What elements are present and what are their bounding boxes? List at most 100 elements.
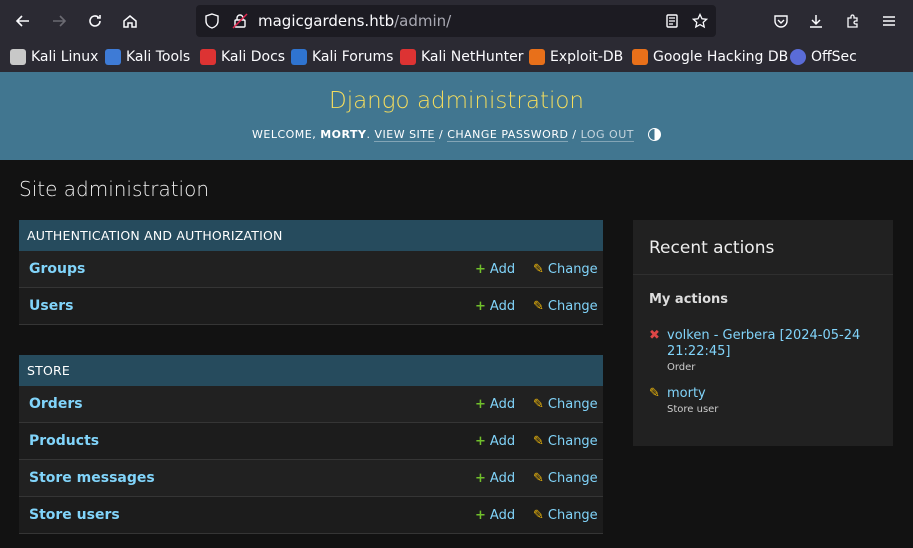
pencil-icon: ✎	[533, 471, 544, 486]
model-link-orders[interactable]: Orders	[29, 396, 83, 412]
change-link[interactable]: ✎ Change	[533, 262, 598, 277]
reload-icon	[89, 15, 101, 27]
menu-button[interactable]	[876, 8, 902, 34]
change-label: Change	[547, 397, 598, 412]
bookmark-label: Exploit-DB	[550, 49, 624, 65]
theme-toggle-icon[interactable]	[647, 128, 661, 141]
bookmark-label: Kali Docs	[221, 49, 286, 65]
url-text[interactable]: magicgardens.htb/admin/	[258, 12, 451, 30]
bookmark-label: Kali Linux	[31, 49, 99, 65]
add-link[interactable]: + Add	[475, 434, 515, 449]
home-button[interactable]	[117, 8, 143, 34]
kali-tools-icon	[105, 49, 121, 65]
bookmark-star-icon[interactable]	[692, 13, 708, 29]
log-out-link[interactable]: Log out	[580, 128, 634, 142]
offsec-icon	[790, 49, 806, 65]
insecure-lock-icon[interactable]	[232, 13, 248, 29]
username: morty	[320, 128, 367, 141]
pocket-button[interactable]	[768, 8, 794, 34]
model-link-groups[interactable]: Groups	[29, 261, 85, 277]
bookmark-ghdb[interactable]: Google Hacking DB	[632, 48, 788, 66]
add-link[interactable]: + Add	[475, 471, 515, 486]
bookmark-kali-forums[interactable]: Kali Forums	[291, 48, 393, 66]
forward-button[interactable]	[46, 8, 72, 34]
url-host: magicgardens.htb	[258, 12, 395, 30]
bookmark-label: OffSec	[811, 49, 857, 65]
bookmark-kali-docs[interactable]: Kali Docs	[200, 48, 285, 66]
table-row: Store users + Add ✎ Change	[19, 497, 603, 534]
change-label: Change	[547, 299, 598, 314]
recent-action-link[interactable]: volken - Gerbera [2024-05-24 21:22:45]	[667, 328, 867, 360]
module-caption[interactable]: Authentication and Authorization	[19, 220, 603, 251]
change-link[interactable]: ✎ Change	[533, 299, 598, 314]
module-caption[interactable]: Store	[19, 355, 603, 386]
bookmark-kali-tools[interactable]: Kali Tools	[105, 48, 190, 66]
extensions-button[interactable]	[840, 8, 866, 34]
pencil-icon: ✎	[533, 262, 544, 277]
pencil-icon: ✎	[533, 434, 544, 449]
table-row: Groups + Add ✎ Change	[19, 251, 603, 288]
download-icon	[810, 15, 822, 28]
bookmark-kali-linux[interactable]: Kali Linux	[10, 48, 98, 66]
pencil-icon: ✎	[649, 386, 660, 401]
add-label: Add	[489, 434, 516, 449]
model-link-users[interactable]: Users	[29, 298, 73, 314]
plus-icon: +	[475, 262, 486, 277]
module-auth: Authentication and Authorization Groups …	[19, 220, 603, 325]
add-label: Add	[489, 299, 516, 314]
view-site-link[interactable]: View site	[374, 128, 435, 142]
my-actions-heading: My actions	[649, 292, 729, 307]
table-row: Products + Add ✎ Change	[19, 423, 603, 460]
site-title[interactable]: Django administration	[0, 88, 913, 114]
kali-forums-icon	[291, 49, 307, 65]
change-label: Change	[547, 471, 598, 486]
pencil-icon: ✎	[533, 397, 544, 412]
model-link-products[interactable]: Products	[29, 433, 99, 449]
add-link[interactable]: + Add	[475, 299, 515, 314]
reload-button[interactable]	[82, 8, 108, 34]
change-link[interactable]: ✎ Change	[533, 434, 598, 449]
divider	[633, 274, 893, 275]
recent-action-type: Order	[667, 362, 696, 373]
pocket-icon	[774, 15, 788, 28]
bookmark-kali-nethunter[interactable]: Kali NetHunter	[400, 48, 523, 66]
table-row: Orders + Add ✎ Change	[19, 386, 603, 423]
change-label: Change	[547, 434, 598, 449]
module-caption-text: Store	[27, 363, 70, 378]
bookmark-label: Google Hacking DB	[653, 49, 789, 65]
add-label: Add	[489, 471, 516, 486]
back-button[interactable]	[10, 8, 36, 34]
table-row: Store messages + Add ✎ Change	[19, 460, 603, 497]
shield-icon[interactable]	[204, 13, 220, 29]
table-row: Users + Add ✎ Change	[19, 288, 603, 325]
arrow-left-icon	[15, 15, 29, 27]
recent-action-link[interactable]: morty	[667, 386, 867, 402]
bookmark-offsec[interactable]: OffSec	[790, 48, 857, 66]
kali-nethunter-icon	[400, 49, 416, 65]
plus-icon: +	[475, 397, 486, 412]
change-link[interactable]: ✎ Change	[533, 471, 598, 486]
plus-icon: +	[475, 299, 486, 314]
reader-view-icon[interactable]	[664, 13, 680, 29]
home-icon	[123, 15, 137, 28]
kali-dragon-icon	[10, 49, 26, 65]
model-link-store-users[interactable]: Store users	[29, 507, 120, 523]
ghdb-icon	[632, 49, 648, 65]
url-bar[interactable]: magicgardens.htb/admin/	[196, 5, 716, 37]
bookmark-exploit-db[interactable]: Exploit-DB	[529, 48, 623, 66]
change-password-link[interactable]: Change password	[447, 128, 569, 142]
bookmark-label: Kali Tools	[126, 49, 191, 65]
add-link[interactable]: + Add	[475, 397, 515, 412]
main-content: Site administration Authentication and A…	[0, 160, 913, 548]
add-link[interactable]: + Add	[475, 262, 515, 277]
change-link[interactable]: ✎ Change	[533, 508, 598, 523]
add-label: Add	[489, 508, 516, 523]
change-link[interactable]: ✎ Change	[533, 397, 598, 412]
welcome-text: Welcome,	[252, 128, 317, 141]
pencil-icon: ✎	[533, 508, 544, 523]
exploit-db-icon	[529, 49, 545, 65]
model-link-store-messages[interactable]: Store messages	[29, 470, 155, 486]
downloads-button[interactable]	[803, 8, 829, 34]
add-link[interactable]: + Add	[475, 508, 515, 523]
bookmark-label: Kali Forums	[312, 49, 394, 65]
